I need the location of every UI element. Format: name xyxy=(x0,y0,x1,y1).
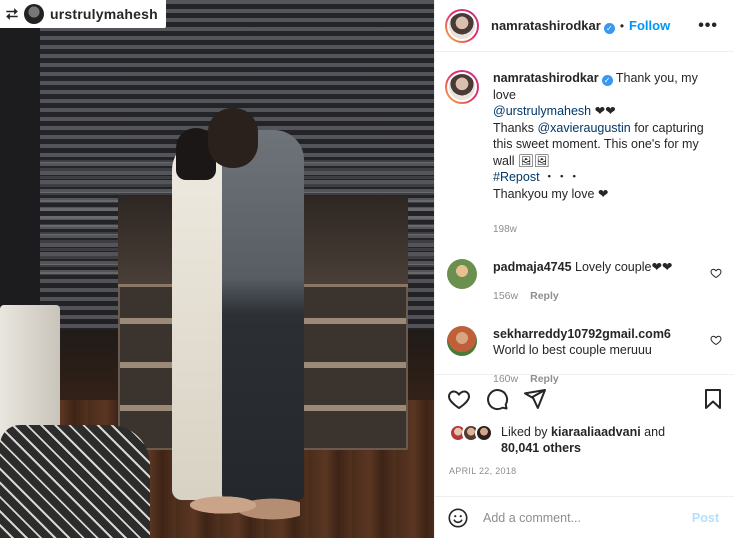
verified-icon: ✓ xyxy=(601,75,613,86)
caption-hearts: ❤❤ xyxy=(591,104,616,118)
liker-username[interactable]: kiaraaliaadvani xyxy=(551,425,641,439)
author-username[interactable]: namratashirodkar ✓ xyxy=(491,18,615,34)
follow-button[interactable]: Follow xyxy=(629,18,670,33)
more-options-icon[interactable]: ••• xyxy=(698,17,724,35)
add-comment-bar: Post xyxy=(435,496,734,538)
post-caption: namratashirodkar ✓ Thank you, my love @ur… xyxy=(435,52,734,239)
caption-avatar[interactable] xyxy=(445,70,479,104)
man-figure xyxy=(222,130,304,500)
like-comment-icon[interactable] xyxy=(710,267,722,279)
post-header: namratashirodkar ✓ • Follow ••• xyxy=(435,0,734,52)
likes-and: and xyxy=(640,425,666,439)
bookmark-icon[interactable] xyxy=(701,387,725,411)
comment-text: World lo best couple meruuu xyxy=(493,342,652,357)
commenter-avatar[interactable] xyxy=(447,258,477,289)
repost-avatar xyxy=(24,4,45,24)
emoji-icon[interactable] xyxy=(447,507,469,529)
repost-username: urstrulymahesh xyxy=(50,6,158,22)
caption-text: Thankyou my love ❤ xyxy=(493,186,609,201)
like-icon[interactable] xyxy=(447,387,471,411)
post-button[interactable]: Post xyxy=(692,511,723,525)
liker-avatars xyxy=(449,424,497,444)
patterned-chair xyxy=(0,425,150,538)
comment-item: padmaja4745 Lovely couple❤❤ 156w Reply xyxy=(435,258,734,304)
feet xyxy=(190,485,300,525)
likes-summary: Liked by kiaraaliaadvani and 80,041 othe… xyxy=(449,424,701,456)
likes-prefix: Liked by xyxy=(501,425,552,439)
caption-text: Thanks xyxy=(493,120,538,135)
separator-dot: • xyxy=(619,18,625,33)
author-avatar[interactable] xyxy=(445,8,479,43)
comment-icon[interactable] xyxy=(485,387,509,411)
commenter-avatar[interactable] xyxy=(447,325,477,356)
like-comment-icon[interactable] xyxy=(710,334,722,346)
action-bar xyxy=(435,374,734,420)
share-icon[interactable] xyxy=(523,387,547,411)
man-head xyxy=(208,108,258,168)
post-sidebar: namratashirodkar ✓ • Follow ••• namratash… xyxy=(434,0,734,538)
mention-link[interactable]: @xavieraugustin xyxy=(537,121,630,135)
hashtag-link[interactable]: #Repost xyxy=(493,170,540,184)
caption-timestamp[interactable]: 198w xyxy=(493,222,711,239)
repost-icon: ⮂ xyxy=(6,5,19,23)
chair-cushion xyxy=(0,305,60,445)
mention-link[interactable]: @urstrulymahesh xyxy=(493,104,591,118)
reply-button[interactable]: Reply xyxy=(530,290,559,302)
likes-count[interactable]: 80,041 others xyxy=(501,441,581,455)
comment-input[interactable] xyxy=(483,510,683,525)
verified-icon: ✓ xyxy=(603,22,615,34)
commenter-username[interactable]: sekharreddy10792gmail.com6 xyxy=(493,327,671,341)
commenter-username[interactable]: padmaja4745 xyxy=(493,260,572,274)
comment-timestamp[interactable]: 156w xyxy=(493,290,518,302)
post-date[interactable]: APRIL 22, 2018 xyxy=(449,466,516,476)
caption-dots: ・・・ xyxy=(539,170,581,184)
comment-text: Lovely couple❤❤ xyxy=(571,259,673,274)
caption-username[interactable]: namratashirodkar xyxy=(493,71,599,85)
repost-badge: ⮂ urstrulymahesh xyxy=(0,0,166,28)
post-photo[interactable]: ⮂ urstrulymahesh xyxy=(0,0,434,538)
